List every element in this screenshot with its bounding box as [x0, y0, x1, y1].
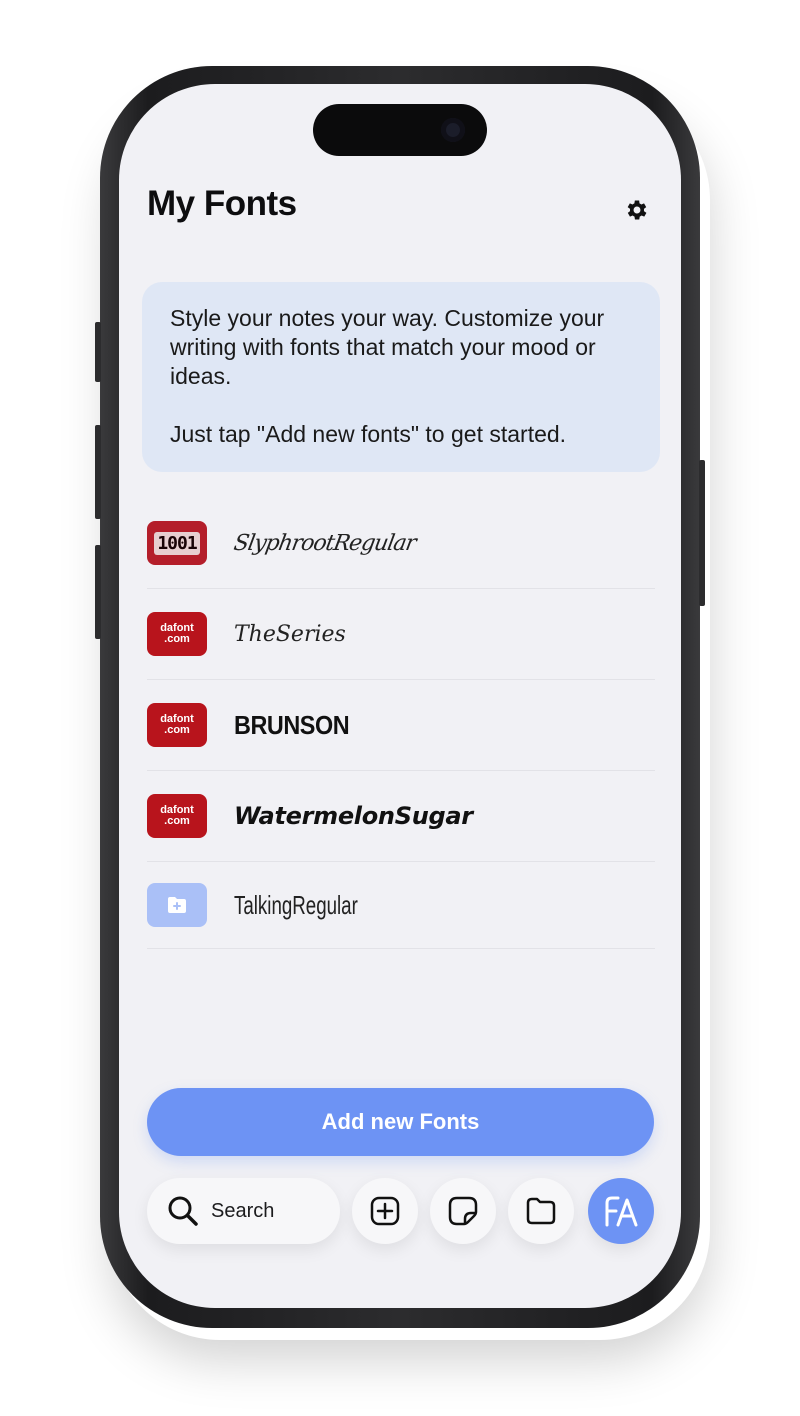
- folder-icon: [526, 1197, 556, 1225]
- font-name: BRUNSON: [234, 709, 350, 740]
- fonts-tab-button[interactable]: [588, 1178, 654, 1244]
- volume-up-button: [95, 425, 101, 519]
- font-list: 1001 SlyphrootRegular dafont .com TheSeri…: [147, 498, 655, 949]
- folders-button[interactable]: [508, 1178, 574, 1244]
- font-name: TheSeries: [234, 621, 346, 647]
- dynamic-island: [313, 104, 487, 156]
- font-row-theseries[interactable]: dafont .com TheSeries: [147, 589, 655, 680]
- folder-plus-icon: [147, 883, 207, 927]
- font-row-brunson[interactable]: dafont .com BRUNSON: [147, 680, 655, 771]
- info-hint: Just tap "Add new fonts" to get started.: [170, 421, 567, 447]
- search-label: Search: [211, 1199, 275, 1222]
- sticker-icon: [448, 1196, 478, 1226]
- dafont-badge-icon: dafont .com: [147, 794, 207, 838]
- gear-icon[interactable]: [624, 197, 650, 223]
- power-button: [699, 460, 705, 606]
- font-row-talkingregular[interactable]: TalkingRegular: [147, 862, 655, 949]
- volume-down-button: [95, 545, 101, 639]
- add-new-fonts-button[interactable]: Add new Fonts: [147, 1088, 654, 1156]
- dafont-badge-icon: dafont .com: [147, 612, 207, 656]
- app-screen: My Fonts Style your notes your way. Cust…: [119, 84, 681, 1308]
- fonts-icon: [605, 1196, 638, 1227]
- action-button: [95, 322, 101, 382]
- font-name: WatermelonSugar: [234, 802, 473, 830]
- add-note-button[interactable]: [352, 1178, 418, 1244]
- font-name: TalkingRegular: [234, 889, 358, 920]
- camera-icon: [441, 118, 465, 142]
- 1001fonts-badge-icon: 1001: [147, 521, 207, 565]
- add-square-icon: [370, 1196, 400, 1226]
- font-row-slyphroot[interactable]: 1001 SlyphrootRegular: [147, 498, 655, 589]
- info-text: Style your notes your way. Customize you…: [170, 305, 605, 389]
- dafont-badge-icon: dafont .com: [147, 703, 207, 747]
- tab-bar: Search: [147, 1178, 655, 1246]
- stickers-button[interactable]: [430, 1178, 496, 1244]
- page-title: My Fonts: [147, 184, 297, 223]
- font-name: SlyphrootRegular: [231, 530, 418, 556]
- search-icon: [168, 1196, 198, 1226]
- info-card: Style your notes your way. Customize you…: [142, 282, 660, 472]
- font-row-watermelonsugar[interactable]: dafont .com WatermelonSugar: [147, 771, 655, 862]
- search-button[interactable]: Search: [147, 1178, 340, 1244]
